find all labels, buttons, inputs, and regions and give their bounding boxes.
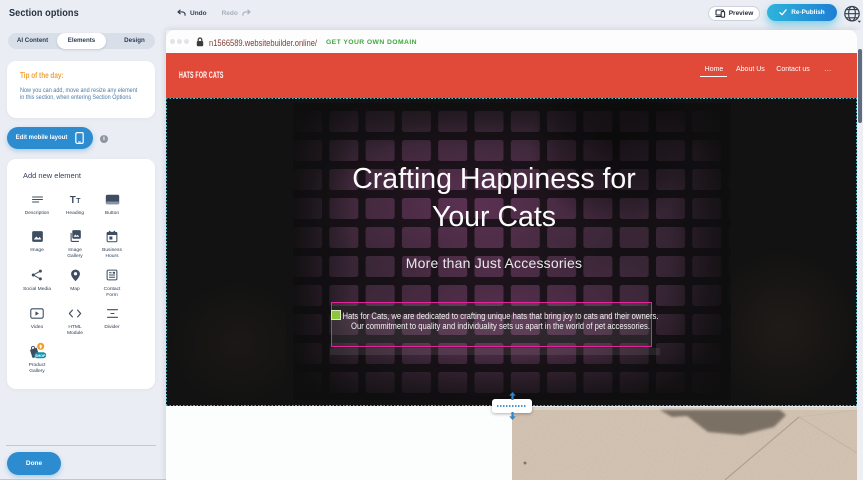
svg-text:T: T [69,194,75,205]
svg-text:SHOP: SHOP [35,353,46,357]
svg-text:T: T [76,197,81,204]
